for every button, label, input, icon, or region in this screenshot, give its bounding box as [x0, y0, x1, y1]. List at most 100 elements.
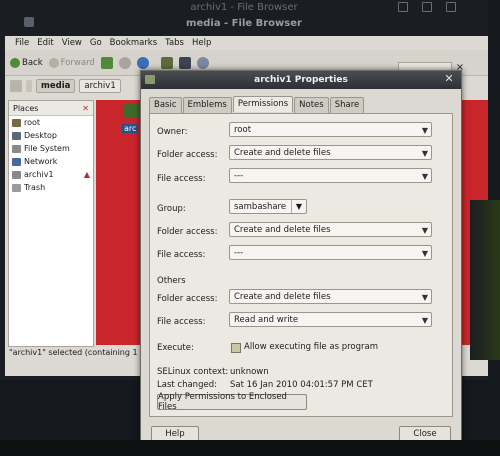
- menu-view[interactable]: View: [62, 38, 82, 48]
- folder-icon[interactable]: [124, 104, 140, 118]
- sidebar-item-label: Network: [24, 157, 58, 166]
- last-changed-label: Last changed:: [157, 380, 217, 390]
- forward-button[interactable]: Forward: [48, 57, 95, 68]
- close-icon[interactable]: ✕: [443, 73, 455, 85]
- tab-bar: Basic Emblems Permissions Notes Share: [149, 96, 365, 113]
- tab-basic[interactable]: Basic: [149, 97, 182, 113]
- back-button[interactable]: Back: [10, 57, 43, 68]
- owner-value: root: [234, 124, 252, 135]
- trash-icon: [12, 183, 21, 192]
- reload-icon[interactable]: [136, 56, 149, 69]
- home-folder-icon[interactable]: [160, 56, 173, 69]
- group-folder-access-label: Folder access:: [157, 227, 218, 237]
- forward-button-label: Forward: [60, 57, 95, 68]
- menu-go[interactable]: Go: [90, 38, 102, 48]
- menu-bookmarks[interactable]: Bookmarks: [110, 38, 158, 48]
- dialog-title: archiv1 Properties: [254, 75, 348, 85]
- tab-emblems[interactable]: Emblems: [182, 97, 232, 113]
- chevron-down-icon: ▼: [421, 316, 428, 325]
- group-select[interactable]: sambashare ▼: [229, 199, 307, 214]
- stop-icon[interactable]: [118, 56, 131, 69]
- execute-checkbox[interactable]: [231, 343, 241, 353]
- sidebar-item-archiv1[interactable]: archiv1 ▲: [9, 168, 93, 181]
- sidebar-item-label: archiv1: [24, 170, 54, 179]
- owner-file-access-select[interactable]: --- ▼: [229, 168, 432, 183]
- sidebar-item-network[interactable]: Network: [9, 155, 93, 168]
- sidebar-item-filesystem[interactable]: File System: [9, 142, 93, 155]
- owner-label: Owner:: [157, 127, 188, 137]
- breadcrumb-archiv1[interactable]: archiv1: [79, 79, 121, 93]
- group-folder-access-value: Create and delete files: [234, 224, 331, 235]
- others-folder-access-label: Folder access:: [157, 294, 218, 304]
- background-decoration: [470, 200, 500, 360]
- close-sidebar-icon[interactable]: ✕: [82, 104, 89, 113]
- sidebar-item-desktop[interactable]: Desktop: [9, 129, 93, 142]
- sidebar-header[interactable]: Places ✕: [9, 101, 93, 116]
- computer-icon[interactable]: [178, 56, 191, 69]
- group-value: sambashare: [234, 201, 287, 212]
- apply-permissions-button[interactable]: Apply Permissions to Enclosed Files: [157, 392, 307, 412]
- others-folder-access-value: Create and delete files: [234, 291, 331, 302]
- edit-location-icon[interactable]: [10, 80, 22, 92]
- others-heading: Others: [157, 276, 186, 286]
- owner-file-access-label: File access:: [157, 174, 206, 184]
- close-icon[interactable]: [446, 2, 456, 12]
- others-file-access-label: File access:: [157, 317, 206, 327]
- group-file-access-select[interactable]: --- ▼: [229, 245, 432, 260]
- search-icon[interactable]: [196, 56, 209, 69]
- selinux-label: SELinux context:: [157, 367, 229, 377]
- menu-help[interactable]: Help: [192, 38, 211, 48]
- back-button-label: Back: [22, 57, 43, 68]
- chevron-down-icon: ▼: [421, 172, 428, 181]
- sidebar-item-label: Desktop: [24, 131, 57, 140]
- network-icon: [12, 157, 21, 166]
- menu-tabs[interactable]: Tabs: [165, 38, 184, 48]
- properties-dialog: archiv1 Properties ✕ Basic Emblems Permi…: [140, 70, 462, 454]
- tab-permissions[interactable]: Permissions: [232, 96, 294, 112]
- chevron-down-icon: ▼: [291, 200, 306, 213]
- group-folder-access-select[interactable]: Create and delete files ▼: [229, 222, 432, 237]
- sidebar-item-root[interactable]: root: [9, 116, 93, 129]
- file-item-label[interactable]: arc: [122, 124, 139, 133]
- sidebar-item-trash[interactable]: Trash: [9, 181, 93, 194]
- eject-icon[interactable]: ▲: [84, 170, 90, 179]
- status-bar: "archiv1" selected (containing 1 ite: [9, 348, 145, 357]
- home-icon: [12, 118, 21, 127]
- dialog-titlebar: archiv1 Properties: [141, 71, 461, 89]
- permissions-panel: Owner: root ▼ Folder access: Create and …: [149, 113, 453, 417]
- others-folder-access-select[interactable]: Create and delete files ▼: [229, 289, 432, 304]
- tab-share[interactable]: Share: [329, 97, 365, 113]
- tab-notes[interactable]: Notes: [294, 97, 329, 113]
- chevron-down-icon: ▼: [421, 126, 428, 135]
- up-arrow-icon[interactable]: [100, 56, 113, 69]
- chevron-down-icon: ▼: [421, 149, 428, 158]
- others-file-access-select[interactable]: Read and write ▼: [229, 312, 432, 327]
- group-label: Group:: [157, 204, 186, 214]
- sidebar-header-label: Places: [13, 103, 39, 113]
- minimize-icon[interactable]: [398, 2, 408, 12]
- chevron-down-icon: ▼: [421, 226, 428, 235]
- owner-select[interactable]: root ▼: [229, 122, 432, 137]
- breadcrumb-media[interactable]: media: [36, 79, 76, 93]
- drive-icon: [12, 144, 21, 153]
- owner-file-access-value: ---: [234, 170, 244, 181]
- sidebar: Places ✕ root Desktop File System Networ…: [8, 100, 94, 347]
- menu-bar: File Edit View Go Bookmarks Tabs Help: [5, 36, 488, 50]
- file-browser-title: media - File Browser: [186, 18, 302, 29]
- desktop-icon: [12, 131, 21, 140]
- bottom-edge: [0, 440, 500, 456]
- owner-folder-access-select[interactable]: Create and delete files ▼: [229, 145, 432, 160]
- sidebar-item-label: root: [24, 118, 41, 127]
- chevron-down-icon: ▼: [421, 249, 428, 258]
- path-left-icon[interactable]: [26, 80, 32, 92]
- owner-folder-access-label: Folder access:: [157, 150, 218, 160]
- folder-icon: [145, 75, 155, 84]
- maximize-icon[interactable]: [422, 2, 432, 12]
- chevron-down-icon: ▼: [421, 293, 428, 302]
- back-arrow-icon: [10, 57, 20, 68]
- execute-checkbox-label[interactable]: Allow executing file as program: [244, 342, 378, 352]
- group-file-access-label: File access:: [157, 250, 206, 260]
- menu-file[interactable]: File: [15, 38, 29, 48]
- window-controls: [398, 2, 456, 12]
- menu-edit[interactable]: Edit: [37, 38, 53, 48]
